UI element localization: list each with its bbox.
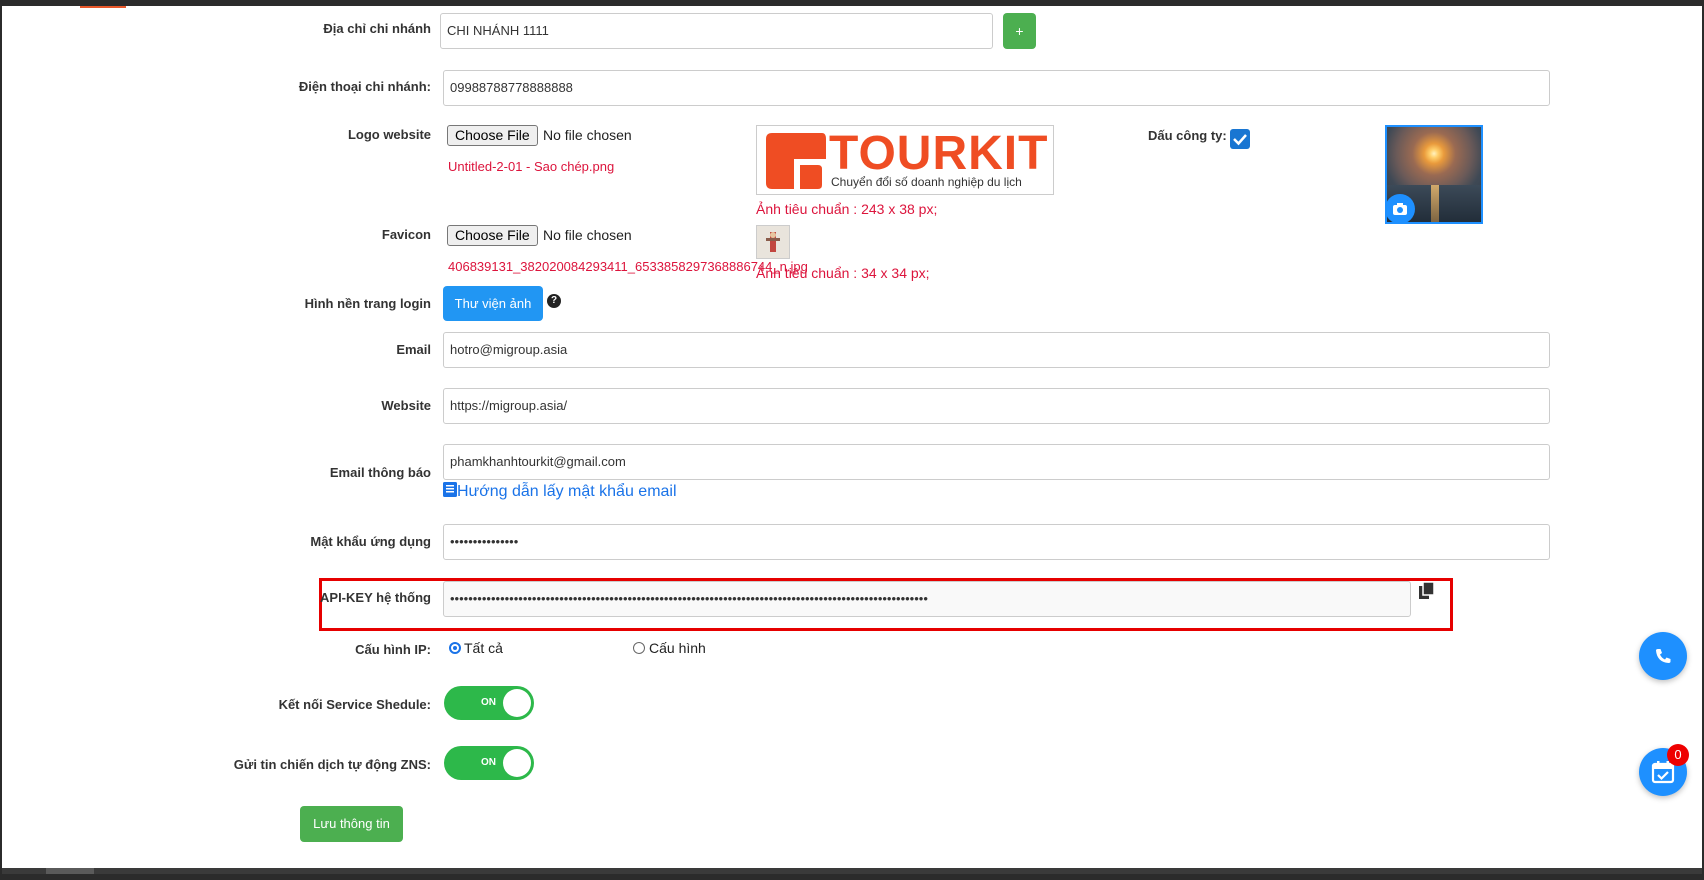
api-key-input[interactable]: ••••••••••••••••••••••••••••••••••••••••… (443, 581, 1411, 617)
notify-email-label: Email thông báo (329, 465, 431, 480)
favicon-image-icon (766, 232, 780, 252)
ip-all-radio-label: Tất cả (464, 640, 503, 656)
favicon-filename: 406839131_382020084293411_65338582973688… (448, 259, 808, 274)
logo-choose-file-button[interactable]: Choose File (447, 125, 538, 146)
photo-library-button[interactable]: Thư viện ảnh (443, 286, 543, 321)
logo-filename: Untitled-2-01 - Sao chép.png (448, 159, 615, 174)
tourkit-tagline: Chuyển đổi số doanh nghiệp du lịch (831, 175, 1022, 189)
save-button[interactable]: Lưu thông tin (300, 806, 403, 842)
tourkit-mark-icon (766, 133, 826, 189)
tourkit-brand-text: TOURKIT (829, 127, 1049, 180)
email-label: Email (396, 342, 431, 357)
app-password-label: Mật khẩu ứng dụng (310, 534, 431, 549)
logo-file-status: No file chosen (543, 127, 632, 143)
zns-toggle[interactable]: ON (444, 746, 534, 780)
task-count-badge: 0 (1667, 744, 1689, 766)
logo-preview: TOURKIT Chuyển đổi số doanh nghiệp du lị… (756, 125, 1054, 195)
email-password-guide-link[interactable]: Hướng dẫn lấy mật khẩu email (443, 482, 677, 501)
copy-icon[interactable] (1419, 581, 1435, 605)
favicon-size-hint: Ảnh tiêu chuẩn : 34 x 34 px; (756, 265, 930, 281)
phone-icon (1656, 649, 1671, 663)
camera-icon[interactable] (1385, 194, 1415, 224)
email-input[interactable]: hotro@migroup.asia (443, 332, 1550, 368)
book-icon (443, 482, 457, 497)
service-schedule-toggle[interactable]: ON (444, 686, 534, 720)
toggle-knob (503, 689, 531, 717)
logo-size-hint: Ảnh tiêu chuẩn : 243 x 38 px; (756, 201, 938, 217)
favicon-label: Favicon (381, 227, 431, 242)
zns-state: ON (481, 757, 496, 768)
logo-label: Logo website (347, 127, 431, 142)
favicon-file-status: No file chosen (543, 227, 632, 243)
website-input[interactable]: https://migroup.asia/ (443, 388, 1550, 424)
guide-link-text: Hướng dẫn lấy mật khẩu email (457, 483, 677, 500)
branch-address-input[interactable]: CHI NHÁNH 1111 (440, 13, 993, 49)
favicon-preview (756, 225, 790, 259)
toggle-knob (503, 749, 531, 777)
service-schedule-state: ON (481, 697, 496, 708)
add-branch-button[interactable]: + (1003, 13, 1036, 49)
company-seal-label: Dấu công ty: (1148, 128, 1227, 143)
bottom-tab (46, 868, 94, 874)
branch-phone-input[interactable]: 09988788778888888 (443, 70, 1550, 106)
favicon-choose-file-button[interactable]: Choose File (447, 225, 538, 246)
app-password-input[interactable]: ••••••••••••••• (443, 524, 1550, 560)
api-key-label: API-KEY hệ thống (320, 590, 431, 605)
bottom-bar (2, 868, 1702, 874)
settings-page: Địa chỉ chi nhánh CHI NHÁNH 1111 + Điện … (2, 6, 1702, 874)
service-schedule-label: Kết nối Service Shedule: (278, 697, 431, 712)
notify-email-input[interactable]: phamkhanhtourkit@gmail.com (443, 444, 1550, 480)
zns-label: Gửi tin chiến dịch tự động ZNS: (233, 757, 431, 772)
phone-call-button[interactable] (1639, 632, 1687, 680)
ip-custom-radio-label: Cấu hình (649, 640, 706, 656)
ip-all-radio[interactable] (449, 642, 461, 654)
check-icon (1233, 134, 1247, 146)
company-seal-checkbox[interactable] (1230, 129, 1250, 149)
photo-sun-glare (1431, 185, 1439, 222)
ip-config-label: Cấu hình IP: (355, 642, 431, 657)
branch-address-label: Địa chỉ chi nhánh (323, 21, 431, 36)
top-accent-bar (80, 6, 126, 8)
branch-phone-label: Điện thoại chi nhánh: (298, 79, 431, 94)
login-bg-label: Hình nền trang login (304, 296, 431, 311)
ip-custom-radio[interactable] (633, 642, 645, 654)
website-label: Website (381, 398, 431, 413)
help-icon[interactable]: ? (547, 294, 561, 308)
